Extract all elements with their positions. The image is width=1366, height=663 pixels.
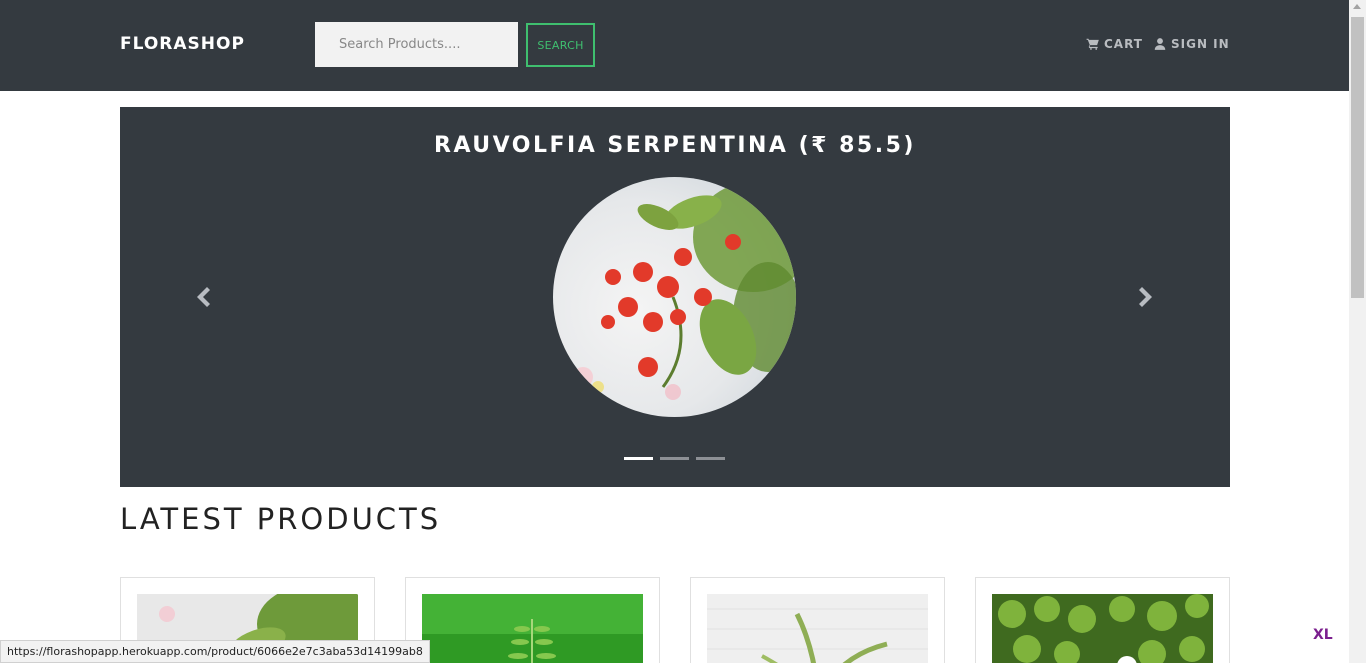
navbar: FLORASHOP SEARCH CART SIGN IN <box>0 0 1349 91</box>
carousel-product-image[interactable] <box>553 177 796 417</box>
cart-label: CART <box>1104 37 1143 51</box>
cart-link[interactable]: CART <box>1086 37 1143 51</box>
search-button[interactable]: SEARCH <box>526 23 595 67</box>
carousel-caption[interactable]: RAUVOLFIA SERPENTINA (₹ 85.5) <box>120 133 1230 158</box>
carousel-prev-button[interactable] <box>193 285 213 309</box>
carousel-next-button[interactable] <box>1136 285 1156 309</box>
product-card[interactable] <box>690 577 945 663</box>
scroll-thumb[interactable] <box>1351 17 1364 298</box>
xl-badge: XL <box>1313 627 1333 643</box>
flower-image <box>553 177 796 417</box>
scroll-up-arrow[interactable] <box>1353 4 1361 9</box>
product-card[interactable] <box>975 577 1230 663</box>
product-carousel: RAUVOLFIA SERPENTINA (₹ 85.5) <box>120 107 1230 487</box>
section-title: LATEST PRODUCTS <box>120 502 442 536</box>
user-icon <box>1154 38 1166 50</box>
search-input[interactable] <box>315 22 518 67</box>
status-url: https://florashopapp.herokuapp.com/produ… <box>0 640 430 663</box>
carousel-indicator[interactable] <box>696 457 725 460</box>
carousel-indicators <box>624 457 725 460</box>
signin-label: SIGN IN <box>1171 37 1230 51</box>
page-scrollbar[interactable] <box>1349 0 1366 663</box>
carousel-indicator[interactable] <box>624 457 653 460</box>
product-image[interactable] <box>992 594 1213 663</box>
product-image[interactable] <box>707 594 928 663</box>
chevron-right-icon <box>1139 287 1152 307</box>
carousel-indicator[interactable] <box>660 457 689 460</box>
chevron-left-icon <box>197 287 210 307</box>
product-image[interactable] <box>422 594 643 663</box>
brand-logo[interactable]: FLORASHOP <box>120 34 245 54</box>
signin-link[interactable]: SIGN IN <box>1153 37 1230 51</box>
product-card[interactable] <box>405 577 660 663</box>
cart-icon <box>1086 38 1099 50</box>
